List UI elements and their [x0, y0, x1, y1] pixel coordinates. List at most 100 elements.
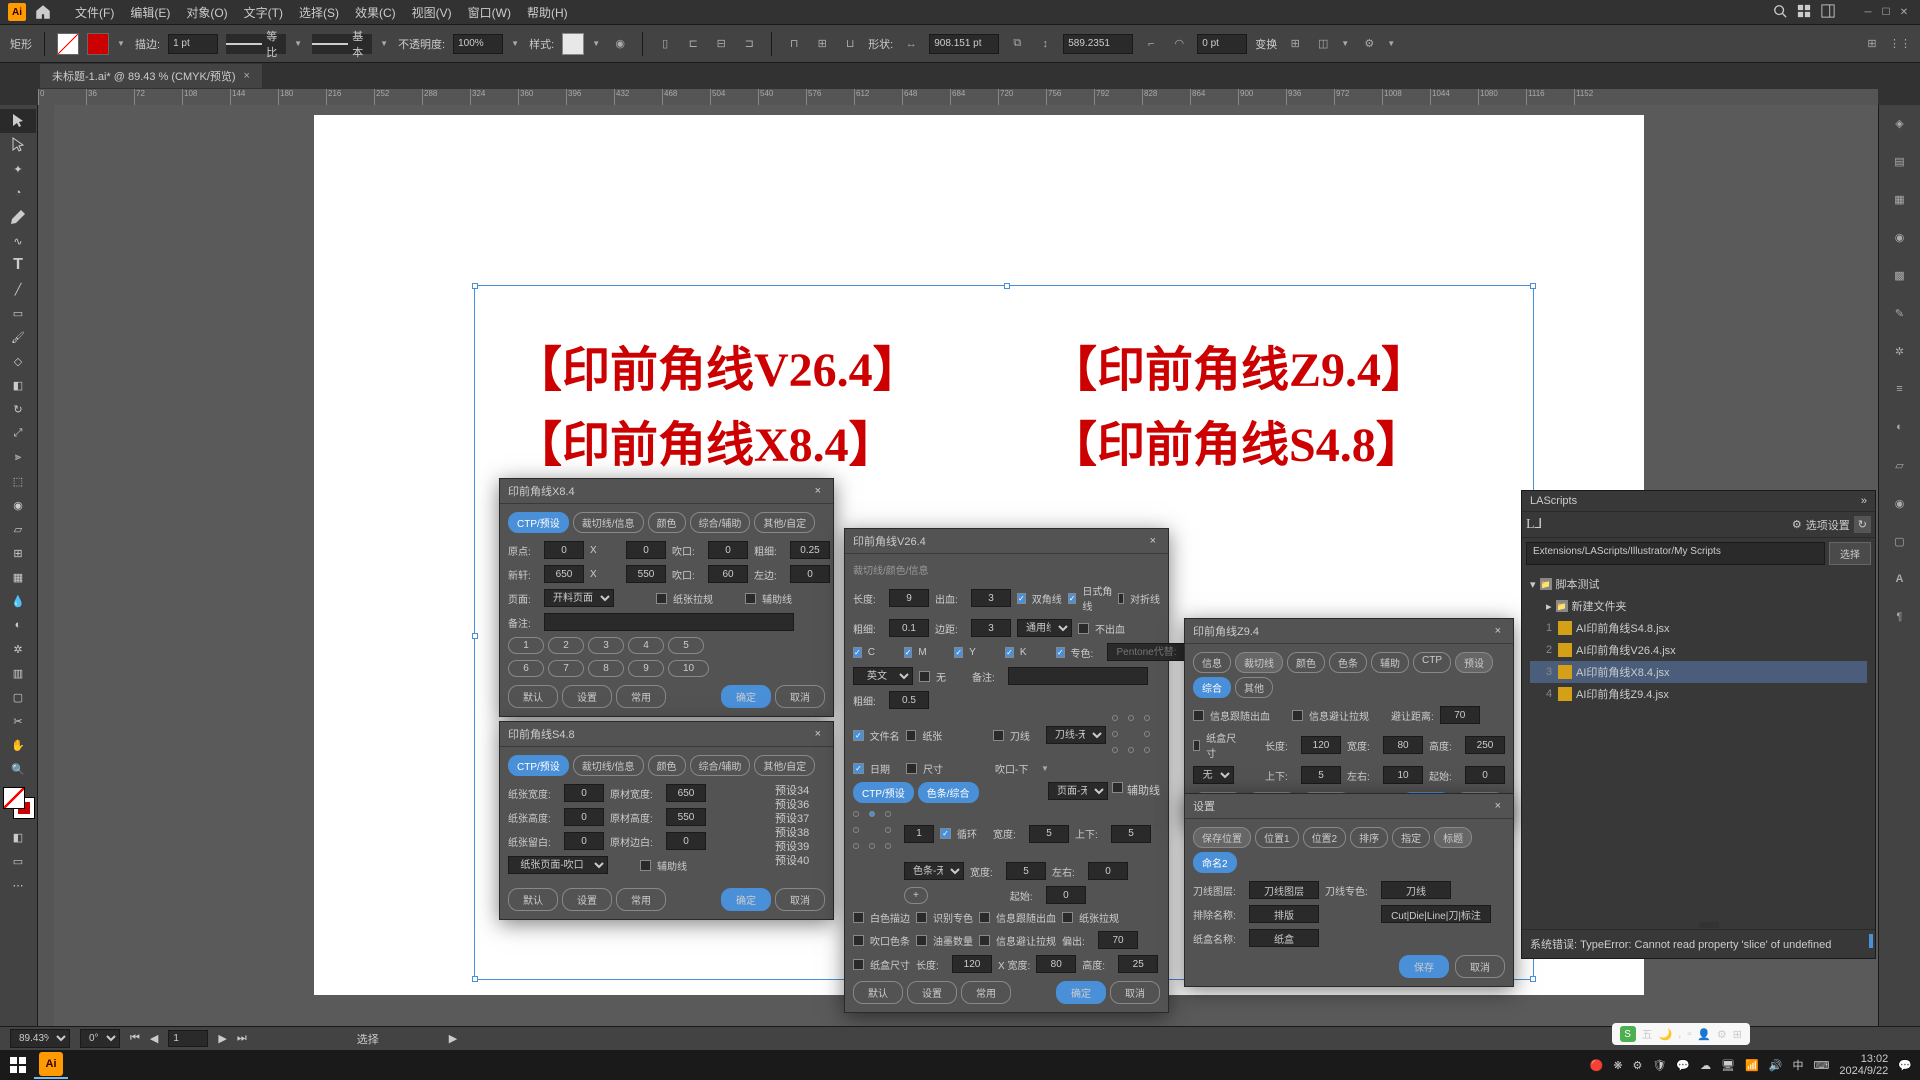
z94-tab-other[interactable]: 其他 [1235, 677, 1273, 698]
las-root-folder[interactable]: ▾📁脚本测试 [1530, 573, 1867, 595]
v264-knife-sel[interactable]: 刀线-无 [1046, 726, 1106, 744]
lasso-tool[interactable]: ◔ [0, 181, 36, 205]
menu-effect[interactable]: 效果(C) [347, 4, 404, 21]
s48-tab-ctp[interactable]: CTP/预设 [508, 755, 569, 776]
set-tab-pos1[interactable]: 位置1 [1255, 827, 1299, 848]
nav-next-icon[interactable]: ▶ [218, 1032, 226, 1045]
set-exclude1[interactable] [1249, 905, 1319, 923]
transparency-panel-icon[interactable]: ▱ [1888, 453, 1912, 477]
s48-mm[interactable] [666, 832, 706, 850]
gradient-panel-icon[interactable]: ◐ [1888, 415, 1912, 439]
x84-gap2[interactable] [708, 565, 748, 583]
grid-icon[interactable]: ⊞ [1862, 34, 1882, 54]
v264-chk-fold[interactable] [1118, 593, 1124, 604]
menu-view[interactable]: 视图(V) [404, 4, 460, 21]
x84-tab-comp[interactable]: 综合/辅助 [690, 512, 751, 533]
x84-origin-y[interactable] [626, 541, 666, 559]
x84-left[interactable] [790, 565, 830, 583]
v264-anchor-pad[interactable] [1112, 715, 1160, 755]
s48-btn-settings[interactable]: 设置 [562, 888, 612, 911]
nav-last-icon[interactable]: ⏭ [237, 1032, 247, 1045]
curvature-tool[interactable]: ∿ [0, 229, 36, 253]
stroke-swatch[interactable] [87, 33, 109, 55]
set-knifespot[interactable] [1381, 881, 1451, 899]
height-input[interactable] [1063, 34, 1133, 54]
v264-chk-gapstrip[interactable] [853, 935, 864, 946]
las-path-input[interactable]: Extensions/LAScripts/Illustrator/My Scri… [1526, 542, 1825, 565]
paragraph-panel-icon[interactable]: ¶ [1888, 605, 1912, 629]
x84-thick[interactable] [790, 541, 830, 559]
v264-anchor-pad2[interactable] [853, 811, 898, 856]
dlg-x84-close[interactable]: × [811, 485, 825, 497]
v264-btn-settings[interactable]: 设置 [907, 981, 957, 1004]
v264-chk-knife2[interactable] [993, 730, 1004, 741]
slice-tool[interactable]: ✂ [0, 709, 36, 733]
x84-btn-ok[interactable]: 确定 [721, 685, 771, 708]
x84-tab-ctp[interactable]: CTP/预设 [508, 512, 569, 533]
z94-chk-infobleed[interactable] [1193, 710, 1204, 721]
set-btn-cancel[interactable]: 取消 [1455, 955, 1505, 978]
start-button[interactable] [8, 1055, 28, 1075]
v264-margin[interactable] [971, 619, 1011, 637]
z94-tab-preset[interactable]: 预设 [1455, 652, 1493, 673]
shaper-tool[interactable]: ◇ [0, 349, 36, 373]
tray-icon-4[interactable]: 🛡 [1652, 1059, 1666, 1072]
v264-note[interactable] [1008, 667, 1148, 685]
las-select-btn[interactable]: 选择 [1829, 542, 1871, 565]
las-settings-icon[interactable]: ⚙ [1792, 518, 1802, 531]
libraries-panel-icon[interactable]: ▦ [1888, 187, 1912, 211]
s48-btn-cancel[interactable]: 取消 [775, 888, 825, 911]
x84-preset-2[interactable]: 2 [548, 637, 584, 654]
x84-preset-8[interactable]: 8 [588, 660, 624, 677]
stroke-weight-input[interactable] [168, 34, 218, 54]
z94-tab-strip[interactable]: 色条 [1329, 652, 1367, 673]
transform-label[interactable]: 变换 [1255, 36, 1277, 52]
v264-chk-boxsize[interactable] [853, 959, 864, 970]
x84-chk-guide[interactable] [745, 593, 756, 604]
las-options-label[interactable]: 选项设置 [1806, 517, 1850, 533]
x84-page-sel[interactable]: 开料页面 [544, 589, 614, 607]
screen-mode[interactable]: ▭ [0, 849, 36, 873]
appearance-panel-icon[interactable]: ◉ [1888, 491, 1912, 515]
graphic-styles-icon[interactable]: ▢ [1888, 529, 1912, 553]
s48-btn-default[interactable]: 默认 [508, 888, 558, 911]
v264-btn-cancel[interactable]: 取消 [1110, 981, 1160, 1004]
v264-chk-paper[interactable] [906, 730, 917, 741]
set-exclude2[interactable] [1381, 905, 1491, 923]
v264-chk-m[interactable] [904, 647, 913, 658]
x84-btn-common[interactable]: 常用 [616, 685, 666, 708]
corner-icon[interactable]: ⌐ [1141, 34, 1161, 54]
blend-tool[interactable]: ◐ [0, 613, 36, 637]
v264-chk-c[interactable] [853, 647, 862, 658]
zoom-select[interactable]: 89.43% [10, 1029, 70, 1048]
magic-wand-tool[interactable]: ✦ [0, 157, 36, 181]
zoom-tool[interactable]: 🔍 [0, 757, 36, 781]
z94-tab-comp[interactable]: 综合 [1193, 677, 1231, 698]
v264-btn-common[interactable]: 常用 [961, 981, 1011, 1004]
recolor-icon[interactable]: ◉ [610, 34, 630, 54]
tray-icon-5[interactable]: 💬 [1676, 1059, 1690, 1072]
tray-icon-3[interactable]: ⚙ [1633, 1059, 1643, 1072]
ruler-horizontal[interactable]: 0367210814418021625228832436039643246850… [38, 89, 1878, 105]
status-play-icon[interactable]: ▶ [449, 1032, 457, 1045]
v264-tab-ctp[interactable]: CTP/预设 [853, 782, 914, 803]
x84-preset-10[interactable]: 10 [668, 660, 709, 677]
minimize-icon[interactable]: ─ [1860, 5, 1876, 19]
snap-icon[interactable]: ⋮⋮ [1890, 34, 1910, 54]
tray-volume-icon[interactable]: 🔊 [1769, 1059, 1783, 1072]
z94-tab-color[interactable]: 颜色 [1287, 652, 1325, 673]
workspace-icon[interactable] [1821, 4, 1835, 21]
s48-preset-39[interactable]: 预设39 [775, 840, 825, 854]
tray-notification-icon[interactable]: 💬 [1898, 1059, 1912, 1072]
align-right-icon[interactable]: ⊐ [739, 34, 759, 54]
color-panel-icon[interactable]: ◉ [1888, 225, 1912, 249]
home-icon[interactable] [34, 3, 52, 21]
v264-chk-inkn[interactable] [916, 935, 927, 946]
s48-tab-crop[interactable]: 裁切线/信息 [573, 755, 644, 776]
dlg-s48-close[interactable]: × [811, 728, 825, 740]
v264-lr[interactable] [1088, 862, 1128, 880]
v264-chk-guide[interactable] [1112, 782, 1123, 793]
s48-pw[interactable] [564, 784, 604, 802]
swatches-panel-icon[interactable]: ▩ [1888, 263, 1912, 287]
x84-btn-cancel[interactable]: 取消 [775, 685, 825, 708]
